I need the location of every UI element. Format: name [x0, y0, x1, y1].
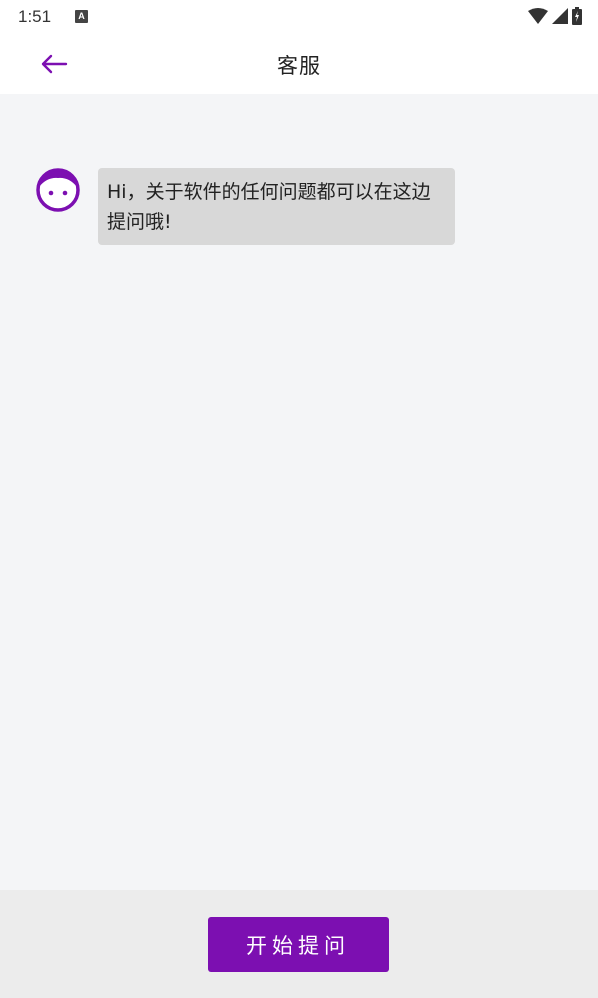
page-title: 客服	[277, 54, 321, 78]
status-icons	[528, 6, 582, 26]
notification-a-icon: A	[75, 10, 88, 23]
message-bubble: Hi，关于软件的任何问题都可以在这边提问哦!	[98, 168, 455, 245]
chat-area[interactable]: Hi，关于软件的任何问题都可以在这边提问哦!	[0, 94, 598, 890]
battery-icon	[572, 7, 582, 25]
message-row: Hi，关于软件的任何问题都可以在这边提问哦!	[36, 168, 455, 245]
face-icon	[36, 168, 80, 212]
status-time: 1:51	[18, 7, 52, 26]
status-bar: 1:51 A	[0, 0, 598, 34]
signal-icon	[552, 8, 568, 24]
app-bar: 客服	[0, 34, 598, 94]
wifi-icon	[528, 8, 548, 24]
bottom-bar: 开始提问	[0, 890, 598, 998]
start-asking-button[interactable]: 开始提问	[208, 917, 389, 972]
